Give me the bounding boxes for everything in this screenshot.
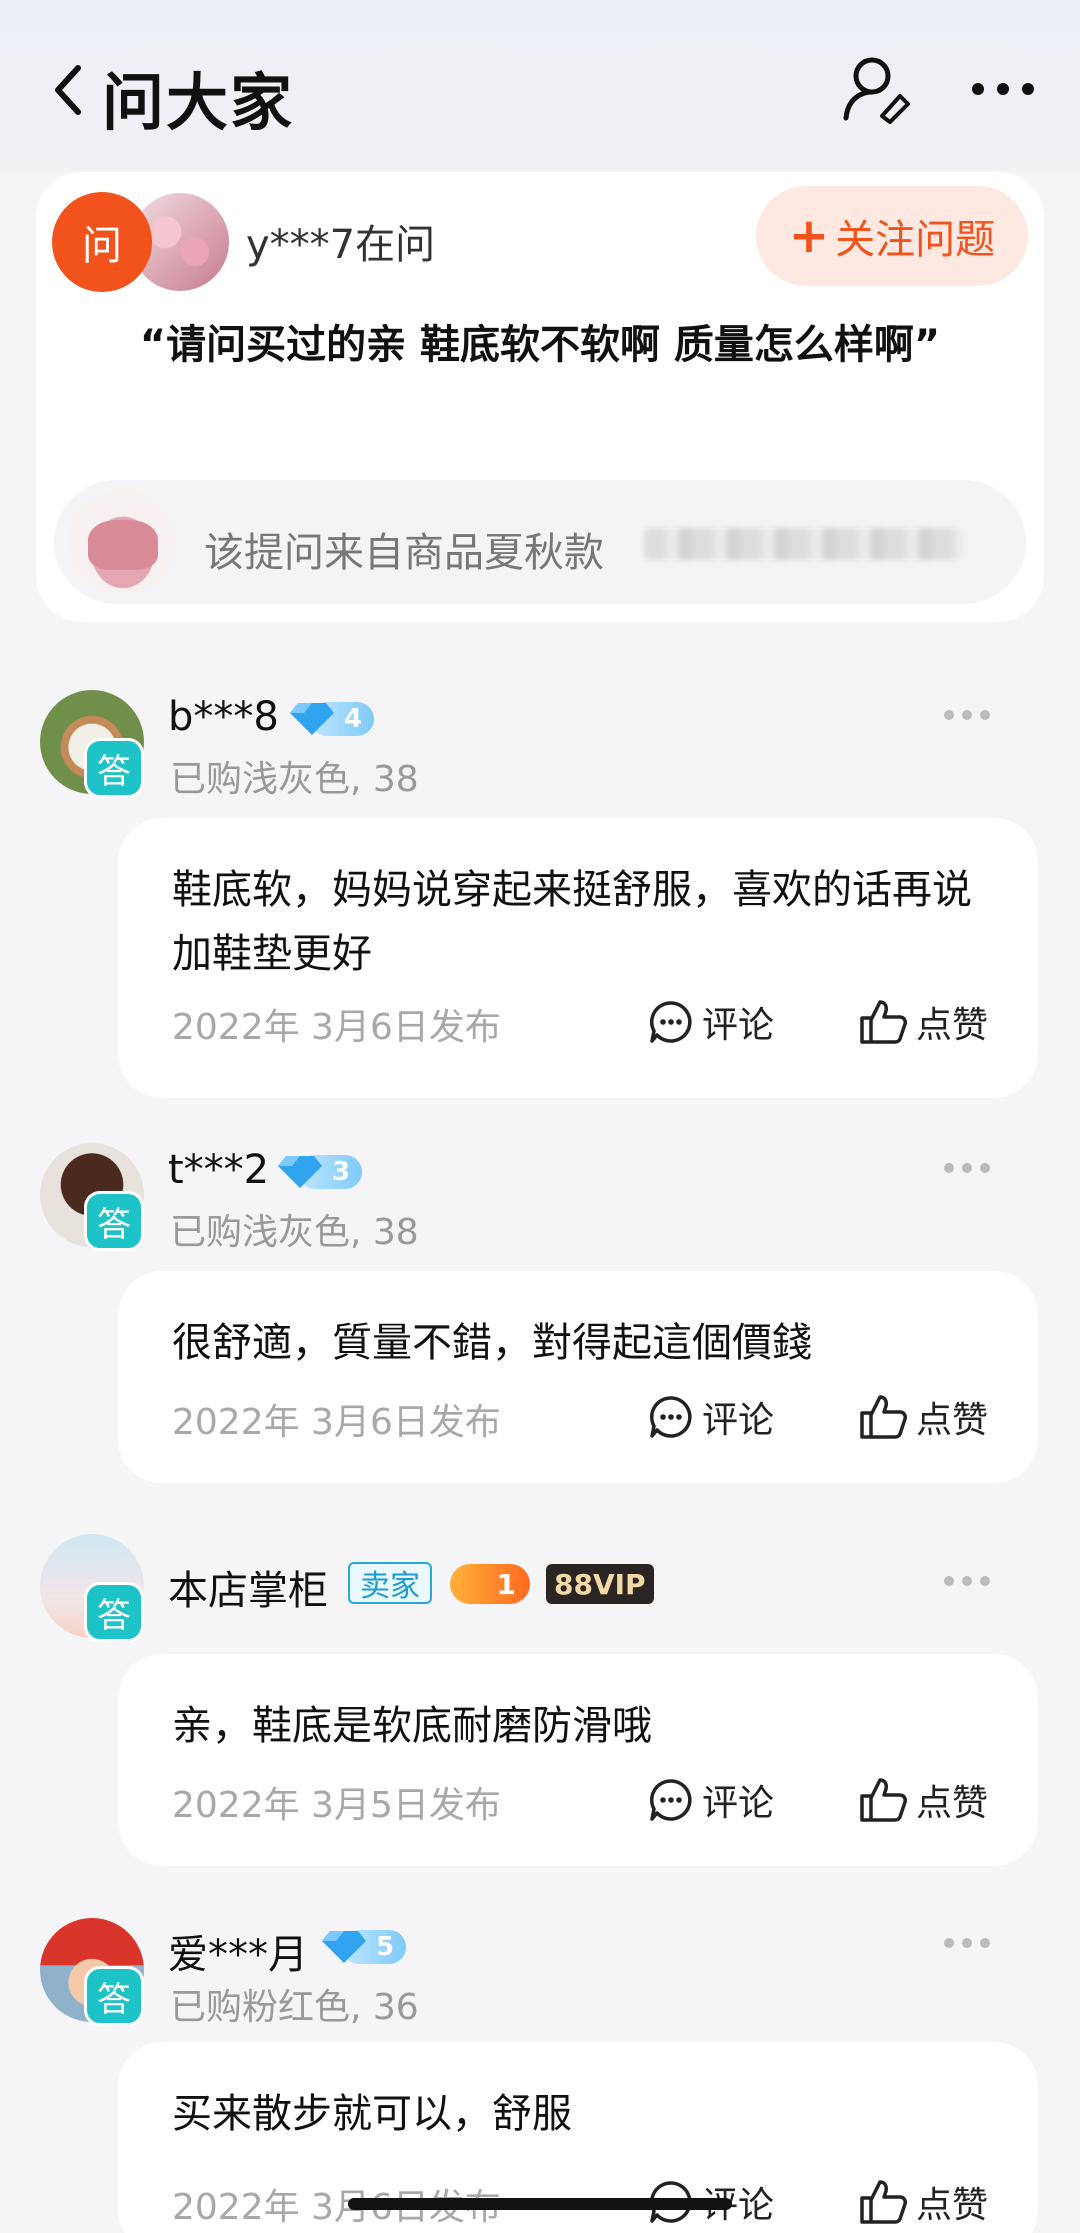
question-text: “请问买过的亲 鞋底软不软啊 质量怎么样啊”: [139, 322, 941, 368]
asker-name: y***7在问: [246, 222, 436, 268]
follow-label: 关注问题: [835, 217, 996, 263]
level-badge: 4: [290, 700, 375, 738]
more-dots-icon[interactable]: [942, 1936, 992, 1950]
purchase-info: 已购浅灰色, 38: [170, 759, 419, 800]
answer-date: 2022年 3月5日发布: [172, 1785, 501, 1826]
comment-icon: [650, 1396, 692, 1438]
page-title: 问大家: [102, 66, 295, 139]
more-dots-icon[interactable]: [968, 76, 1038, 102]
answerer-name[interactable]: t***2: [168, 1147, 269, 1193]
like-button[interactable]: 点赞: [858, 996, 988, 1048]
comment-button[interactable]: 评论: [648, 996, 774, 1048]
answer-bubble: 鞋底软，妈妈说穿起来挺舒服，喜欢的话再说加鞋垫更好 2022年 3月6日发布 评…: [118, 818, 1038, 1098]
level-badge: 3: [278, 1153, 363, 1191]
product-thumbnail: [68, 490, 178, 594]
answer-text: 很舒適，質量不錯，對得起這個價錢: [172, 1320, 812, 1366]
answer-bubble: 很舒適，質量不錯，對得起這個價錢 2022年 3月6日发布 评论 点赞: [118, 1271, 1038, 1483]
answerer-name[interactable]: 本店掌柜: [168, 1558, 328, 1616]
vip-badge: 88VIP: [546, 1564, 654, 1604]
answer-badge: 答: [84, 1191, 144, 1251]
user-search-icon[interactable]: [838, 52, 918, 124]
like-button[interactable]: 点赞: [858, 1391, 988, 1443]
like-button[interactable]: 点赞: [858, 2176, 988, 2228]
diamond-icon: [290, 703, 334, 735]
answer-text: 买来散步就可以，舒服: [172, 2091, 572, 2137]
thumbs-up-icon: [860, 1000, 907, 1044]
product-source-bar[interactable]: 该提问来自商品夏秋款: [54, 480, 1026, 604]
purchase-info: 已购浅灰色, 38: [170, 1212, 419, 1253]
like-button[interactable]: 点赞: [858, 1774, 988, 1826]
more-dots-icon[interactable]: [942, 708, 992, 722]
thumbs-up-icon: [860, 1395, 907, 1439]
product-source-text: 该提问来自商品夏秋款: [204, 530, 604, 576]
answer-date: 2022年 3月6日发布: [172, 1402, 501, 1443]
comment-button[interactable]: 评论: [648, 1391, 774, 1443]
question-card: 问 y***7在问 + 关注问题 “请问买过的亲 鞋底软不软啊 质量怎么样啊” …: [36, 172, 1044, 622]
answer-date: 2022年 3月6日发布: [172, 1007, 501, 1048]
follow-question-button[interactable]: + 关注问题: [756, 186, 1028, 286]
level-badge: 1: [450, 1564, 530, 1604]
answer-bubble: 亲，鞋底是软底耐磨防滑哦 2022年 3月5日发布 评论 点赞: [118, 1654, 1038, 1866]
more-dots-icon[interactable]: [942, 1161, 992, 1175]
comment-icon: [650, 1001, 692, 1043]
comment-icon: [650, 1779, 692, 1821]
diamond-icon: [322, 1931, 366, 1963]
level-badge: 5: [322, 1928, 407, 1966]
answerer-name[interactable]: b***8: [168, 694, 279, 740]
purchase-info: 已购粉红色, 36: [170, 1987, 419, 2028]
answer-badge: 答: [84, 1582, 144, 1642]
thumbs-up-icon: [860, 2180, 907, 2224]
question-badge: 问: [52, 192, 152, 292]
thumbs-up-icon: [860, 1778, 907, 1822]
answer-text: 鞋底软，妈妈说穿起来挺舒服，喜欢的话再说加鞋垫更好: [172, 867, 972, 977]
answer-badge: 答: [84, 738, 144, 798]
top-bar: 问大家: [0, 0, 1080, 170]
home-indicator[interactable]: [348, 2198, 732, 2210]
answer-text: 亲，鞋底是软底耐磨防滑哦: [172, 1703, 652, 1749]
chevron-left-icon[interactable]: [50, 62, 86, 118]
more-dots-icon[interactable]: [942, 1574, 992, 1588]
plus-icon: +: [788, 208, 830, 264]
comment-button[interactable]: 评论: [648, 1774, 774, 1826]
answerer-name[interactable]: 爱***月: [168, 1922, 308, 1980]
seller-tag: 卖家: [348, 1562, 432, 1604]
diamond-icon: [278, 1156, 322, 1188]
answer-badge: 答: [84, 1966, 144, 2026]
blurred-product-name: [644, 528, 964, 560]
